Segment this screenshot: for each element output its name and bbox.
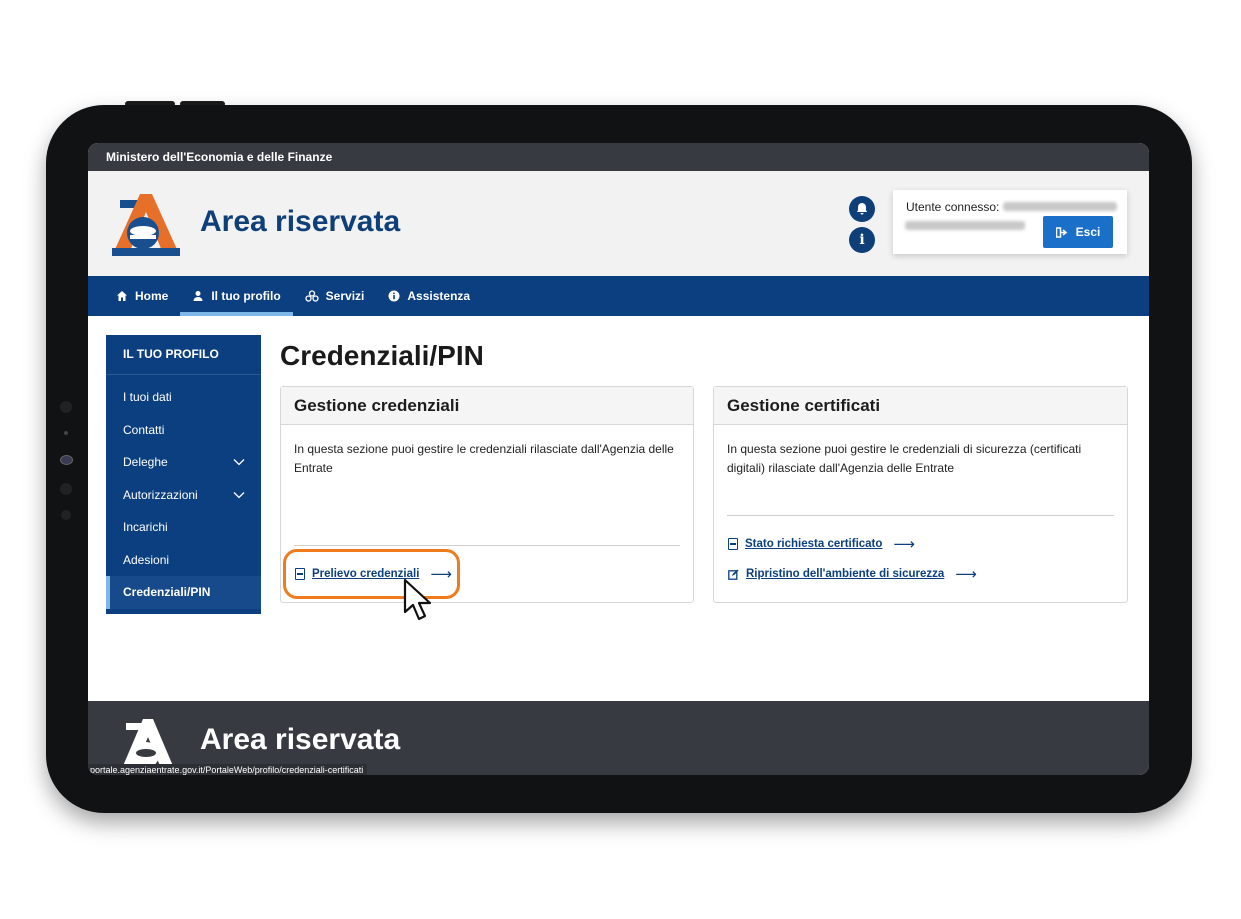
arrow-right-icon: ⟶: [955, 566, 977, 583]
sidebar-heading: IL TUO PROFILO: [106, 335, 261, 375]
redacted-fiscal-code: [905, 221, 1025, 230]
card-description: In questa sezione puoi gestire le creden…: [727, 442, 1082, 475]
nav-assistance-label: Assistenza: [407, 289, 471, 303]
nav-profile[interactable]: Il tuo profilo: [180, 276, 294, 316]
sidebar-item-incarichi[interactable]: Incarichi: [106, 511, 261, 544]
sidebar-item-deleghe[interactable]: Deleghe: [106, 446, 261, 479]
chevron-down-icon[interactable]: [233, 479, 245, 512]
card-title: Gestione credenziali: [281, 387, 693, 425]
sidebar-item-credenziali-pin[interactable]: Credenziali/PIN: [106, 576, 261, 609]
info-icon: [388, 290, 400, 302]
sidebar-item-contatti[interactable]: Contatti: [106, 414, 261, 447]
site-header: Area riservata i Utente connesso: Esci: [88, 171, 1149, 276]
logout-button[interactable]: Esci: [1043, 216, 1113, 248]
camera-dot: [61, 510, 71, 520]
sidebar-item-autorizzazioni[interactable]: Autorizzazioni: [106, 479, 261, 512]
logout-label: Esci: [1075, 225, 1101, 239]
status-bar-url: portale.agenziaentrate.gov.it/PortaleWeb…: [88, 764, 368, 775]
user-icon: [193, 291, 203, 301]
sidebar-item-label: Deleghe: [123, 455, 168, 469]
ministry-bar: Ministero dell'Economia e delle Finanze: [88, 143, 1149, 171]
card-divider: [727, 515, 1114, 516]
sidebar-item-label: Adesioni: [123, 552, 170, 567]
chevron-down-icon[interactable]: [233, 446, 245, 479]
home-icon: [117, 291, 127, 301]
link-label: Stato richiesta certificato: [745, 538, 883, 550]
ripristino-ambiente-link[interactable]: Ripristino dell'ambiente di sicurezza ⟶: [728, 565, 977, 583]
sidebar-item-label: Contatti: [123, 422, 165, 437]
main-nav: Home Il tuo profilo Servizi Assistenza: [88, 276, 1149, 316]
page-title: Credenziali/PIN: [280, 340, 484, 371]
sidebar-item-label: Autorizzazioni: [123, 487, 198, 502]
nav-services-label: Servizi: [325, 289, 365, 303]
card-gestione-certificati: Gestione certificati In questa sezione p…: [713, 386, 1128, 603]
site-title[interactable]: Area riservata: [200, 205, 400, 239]
camera-lens: [60, 455, 73, 465]
card-title: Gestione certificati: [714, 387, 1127, 425]
services-icon: [305, 290, 319, 302]
info-icon[interactable]: i: [849, 227, 875, 253]
mouse-cursor-icon: [403, 578, 432, 621]
profile-sidebar: IL TUO PROFILO I tuoi dati Contatti Dele…: [106, 335, 261, 614]
user-panel: Utente connesso: Esci: [893, 190, 1127, 254]
nav-home[interactable]: Home: [104, 276, 180, 316]
arrow-right-icon: ⟶: [893, 536, 915, 553]
stato-richiesta-link[interactable]: Stato richiesta certificato ⟶: [728, 535, 915, 553]
nav-home-label: Home: [135, 289, 169, 303]
camera-dot: [60, 401, 72, 413]
footer-title: Area riservata: [200, 723, 401, 756]
sidebar-item-label: I tuoi dati: [123, 390, 172, 404]
browser-screen: Ministero dell'Economia e delle Finanze …: [88, 143, 1149, 775]
redacted-username: [1003, 202, 1117, 211]
document-icon: [728, 538, 738, 550]
card-divider: [294, 545, 680, 546]
nav-services[interactable]: Servizi: [293, 276, 377, 316]
link-label: Ripristino dell'ambiente di sicurezza: [746, 568, 945, 580]
card-description: In questa sezione puoi gestire le creden…: [294, 442, 674, 475]
logout-icon: [1055, 226, 1067, 238]
sidebar-item-tuoi-dati[interactable]: I tuoi dati: [106, 381, 261, 414]
main-content: IL TUO PROFILO I tuoi dati Contatti Dele…: [88, 316, 1149, 701]
nav-assistance[interactable]: Assistenza: [376, 276, 482, 316]
edit-icon: [728, 569, 739, 580]
sidebar-item-adesioni[interactable]: Adesioni: [106, 544, 261, 577]
nav-profile-label: Il tuo profilo: [211, 289, 281, 303]
camera-dot: [60, 483, 72, 495]
bell-icon[interactable]: [849, 196, 875, 222]
sidebar-item-label: Credenziali/PIN: [123, 585, 211, 599]
sensor-dot: [64, 431, 68, 435]
user-label: Utente connesso:: [906, 200, 1000, 214]
agency-logo[interactable]: [106, 190, 180, 256]
sidebar-item-label: Incarichi: [123, 520, 168, 534]
